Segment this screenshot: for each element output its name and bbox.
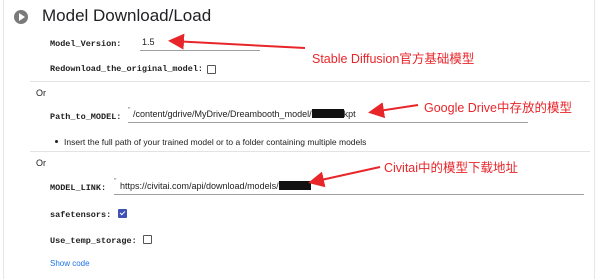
annotation-text-2: Google Drive中存放的模型 xyxy=(424,101,572,115)
annotation-arrows xyxy=(168,33,419,188)
annotation-text-1: Stable Diffusion官方基础模型 xyxy=(312,52,475,66)
arrow-2 xyxy=(368,102,419,119)
annotation-text-3: Civitai中的模型下载地址 xyxy=(384,161,519,175)
arrow-3 xyxy=(308,166,381,188)
arrow-1 xyxy=(168,33,306,50)
